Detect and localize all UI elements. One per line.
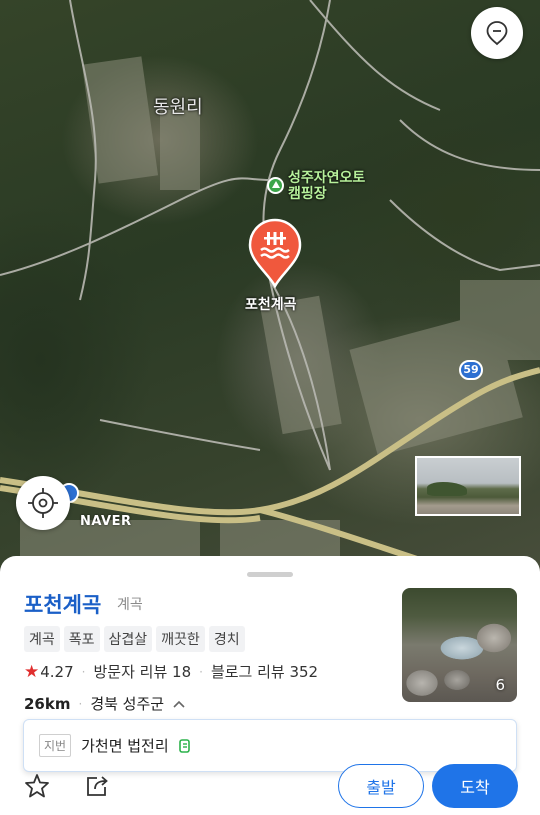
address-summary-row[interactable]: 26km · 경북 성주군 — [24, 693, 186, 714]
location-button[interactable] — [471, 7, 523, 59]
campsite-label-line1: 성주자연오토 — [288, 170, 366, 186]
location-pin-icon — [486, 21, 508, 46]
depart-button[interactable]: 출발 — [338, 764, 424, 808]
region: 경북 성주군 — [90, 695, 165, 713]
tag-item: 경치 — [208, 626, 245, 652]
crosshair-icon — [28, 488, 58, 518]
campsite-label[interactable]: 성주자연오토 캠핑장 — [288, 170, 365, 202]
place-photo[interactable]: 6 — [402, 588, 517, 702]
village-label: 동원리 — [153, 97, 203, 118]
star-icon: ★ — [24, 661, 40, 682]
map-view[interactable]: 동원리 성주자연오토 캠핑장 포천계곡 59 NAVER — [0, 0, 540, 600]
street-view-thumbnail[interactable] — [415, 456, 521, 516]
tag-item: 삼겹살 — [103, 626, 153, 652]
place-title[interactable]: 포천계곡 — [24, 589, 101, 619]
share-button[interactable] — [82, 771, 112, 801]
rating-value: 4.27 — [40, 662, 74, 681]
separator-dot: · — [199, 664, 203, 679]
address-detail-box: 지번 가천면 법전리 — [23, 719, 517, 772]
address-text: 가천면 법전리 — [81, 737, 169, 755]
route-shield: 59 — [459, 360, 483, 380]
sheet-drag-handle[interactable] — [247, 572, 293, 577]
arrive-button[interactable]: 도착 — [432, 764, 518, 808]
blog-reviews-link[interactable]: 블로그 리뷰 352 — [211, 661, 318, 682]
tag-item: 깨끗한 — [156, 626, 205, 652]
address-type-badge: 지번 — [39, 734, 72, 757]
tag-item: 폭포 — [63, 626, 100, 652]
current-location-button[interactable] — [16, 476, 70, 530]
save-button[interactable] — [22, 771, 52, 801]
copy-icon[interactable] — [177, 738, 193, 754]
pin-label: 포천계곡 — [245, 297, 297, 313]
star-outline-icon — [25, 774, 49, 798]
campsite-icon[interactable] — [267, 177, 284, 194]
place-pin-marker[interactable] — [248, 218, 302, 288]
separator-dot: · — [78, 696, 83, 711]
separator-dot: · — [81, 664, 86, 679]
place-info-sheet: 포천계곡 계곡 계곡 폭포 삼겹살 깨끗한 경치 ★ 4.27 · 방문자 리뷰… — [0, 556, 540, 815]
share-icon — [87, 776, 108, 796]
tag-item: 계곡 — [24, 626, 60, 652]
place-category: 계곡 — [117, 597, 143, 613]
tag-list: 계곡 폭포 삼겹살 깨끗한 경치 — [24, 626, 245, 652]
chevron-up-icon[interactable] — [172, 697, 186, 711]
photo-count: 6 — [495, 676, 505, 694]
campsite-label-line2: 캠핑장 — [288, 186, 327, 202]
visitor-reviews-link[interactable]: 방문자 리뷰 18 — [93, 661, 191, 682]
naver-logo: NAVER — [80, 514, 132, 529]
rating-row: ★ 4.27 · 방문자 리뷰 18 · 블로그 리뷰 352 — [24, 661, 318, 682]
distance: 26km — [24, 694, 71, 713]
